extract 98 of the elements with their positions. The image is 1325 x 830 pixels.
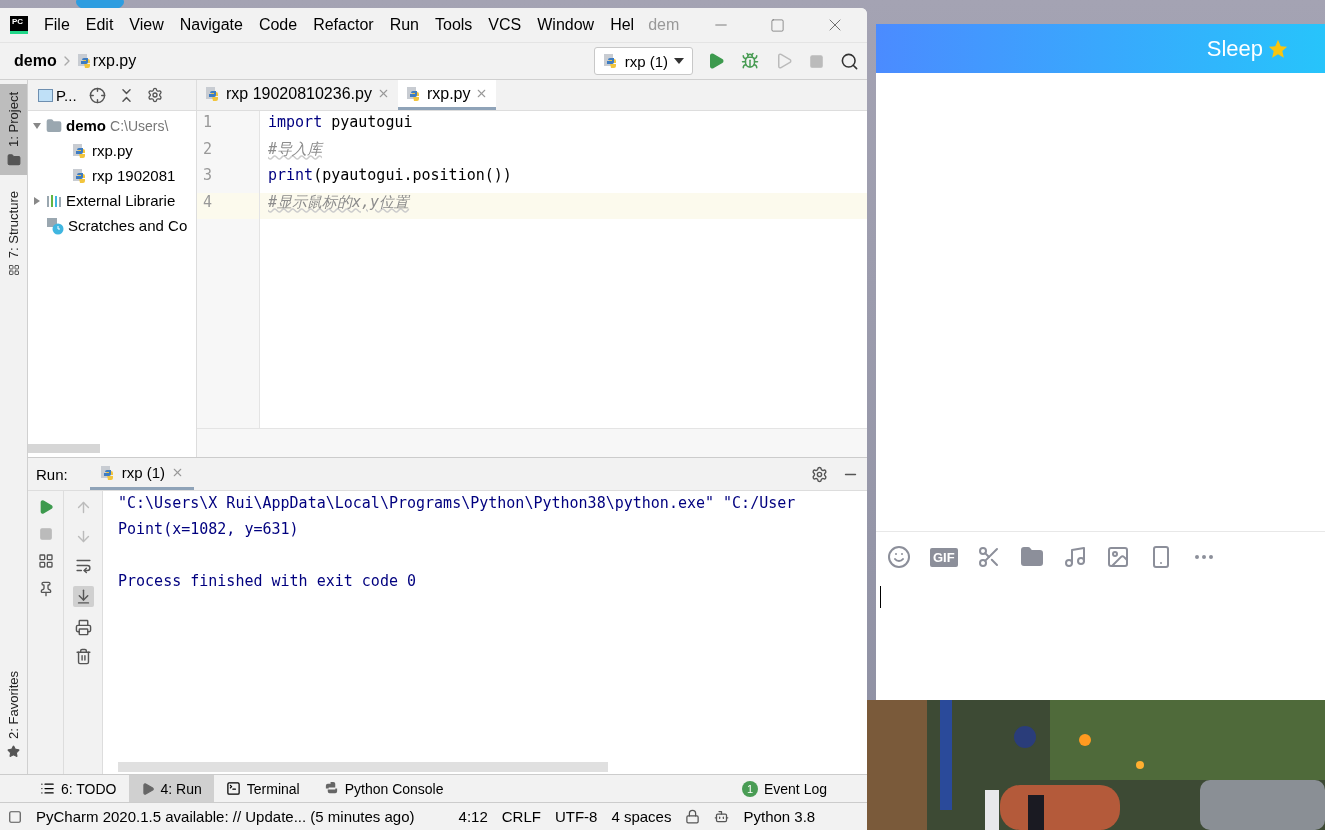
emoji-icon[interactable] (887, 545, 911, 569)
tool-window-tab[interactable]: 6: TODO (28, 775, 129, 802)
menu-item[interactable]: Navigate (179, 16, 243, 34)
menu-item[interactable]: Refactor (313, 16, 374, 34)
maximize-icon[interactable] (770, 17, 785, 33)
code-line: print(pyautogui.position()) (267, 166, 513, 186)
image-icon[interactable] (1105, 545, 1130, 569)
scratches-icon (46, 216, 64, 235)
horizontal-scrollbar[interactable] (197, 428, 867, 457)
coverage-icon[interactable] (775, 52, 793, 70)
menu-item[interactable]: Hel (610, 16, 635, 34)
interpreter[interactable]: Python 3.8 (743, 808, 816, 825)
scissors-icon[interactable] (976, 545, 1001, 569)
project-view-dropdown[interactable]: P... (38, 86, 77, 104)
settings-icon[interactable] (811, 465, 828, 483)
python-file-icon (602, 53, 619, 69)
line-number: 4 (197, 192, 259, 219)
print-icon[interactable] (74, 619, 92, 636)
side-tab[interactable]: 7: Structure (0, 182, 27, 285)
count-badge: 1 (741, 780, 758, 797)
editor-tab[interactable]: rxp.py (397, 80, 497, 110)
event-log-button[interactable]: 1 Event Log (741, 780, 827, 797)
folder-path: C:\Users\ (110, 117, 169, 134)
music-icon[interactable] (1062, 545, 1087, 569)
python-file-icon (72, 167, 88, 184)
folder-icon (46, 117, 62, 134)
file-encoding[interactable]: UTF-8 (554, 808, 598, 825)
app-logo: PC (10, 16, 28, 34)
locate-icon[interactable] (88, 86, 106, 104)
stop-icon[interactable] (38, 527, 53, 541)
search-icon[interactable] (840, 51, 859, 71)
python-icon (323, 781, 339, 796)
menu-item[interactable]: File (44, 16, 70, 34)
libraries-icon (46, 192, 62, 209)
menu-item[interactable]: VCS (488, 16, 522, 34)
python-file-icon (405, 85, 422, 102)
menu-item[interactable]: Run (389, 16, 419, 34)
line-number: 2 (202, 139, 214, 160)
python-file-icon (99, 464, 116, 481)
line-number: 3 (202, 166, 214, 186)
tree-item-label[interactable]: Scratches and Co (68, 217, 188, 234)
breadcrumb[interactable]: rxp.py (92, 52, 137, 70)
list-icon (40, 781, 55, 796)
panel-toggle-icon[interactable] (8, 809, 22, 824)
editor-tab[interactable]: rxp 19020810236.py (197, 80, 398, 110)
tree-item-label[interactable]: demo (66, 117, 106, 134)
layout-icon[interactable] (37, 553, 54, 569)
play-icon (140, 781, 155, 796)
code-line: import pyautogui (267, 113, 414, 133)
menu-item[interactable]: Window (537, 16, 595, 34)
tree-item-label[interactable]: rxp.py (92, 142, 133, 159)
structure-icon (7, 264, 20, 277)
menu-item[interactable]: Edit (85, 16, 114, 34)
side-tab[interactable]: 2: Favorites (0, 663, 27, 766)
caret-icon (674, 58, 684, 64)
python-file-icon (72, 142, 88, 159)
terminal-icon (225, 781, 241, 796)
caret-position[interactable]: 4:12 (458, 808, 488, 825)
menu-item[interactable]: View (129, 16, 164, 34)
folder-icon (6, 152, 21, 167)
star-icon (7, 745, 20, 758)
console-line: Point(x=1082, y=631) (118, 520, 300, 540)
python-file-icon (205, 85, 221, 102)
stop-icon[interactable] (809, 53, 824, 69)
expanded-triangle-icon[interactable] (32, 120, 42, 131)
console-line: "C:\Users\X Rui\AppData\Local\Programs\Python\Python38\python.exe" "C:/User (118, 494, 797, 514)
trash-icon[interactable] (74, 648, 92, 665)
panel-label: Run: (36, 465, 68, 483)
folder-icon[interactable] (1019, 545, 1044, 569)
run-config-dropdown[interactable]: rxp (1) (593, 47, 693, 75)
lock-icon[interactable] (685, 809, 701, 824)
line-number: 1 (202, 113, 214, 133)
run-icon[interactable] (707, 52, 725, 70)
inspector-icon[interactable] (714, 809, 730, 824)
menu-item[interactable]: Code (258, 16, 298, 34)
tool-window-tab[interactable]: 4: Run (128, 775, 214, 802)
tool-window-tab[interactable]: Python Console (311, 775, 456, 802)
status-message[interactable]: PyCharm 2020.1.5 available: // Update... (5 minutes ago) (36, 808, 415, 825)
chat-title: Sleep (1206, 35, 1263, 62)
side-tab[interactable]: 1: Project (0, 84, 27, 175)
python-file-icon (76, 53, 93, 69)
settings-icon[interactable] (146, 87, 163, 103)
indent-setting[interactable]: 4 spaces (611, 808, 672, 825)
tree-item-label[interactable]: rxp 1902081 (92, 167, 176, 184)
wrap-icon[interactable] (74, 557, 92, 574)
scrollbar[interactable] (118, 762, 608, 772)
project-view-icon (38, 88, 53, 102)
tool-window-tab[interactable]: Terminal (213, 775, 312, 802)
console-line: Process finished with exit code 0 (118, 572, 417, 592)
breadcrumb[interactable]: demo (14, 52, 57, 70)
line-ending[interactable]: CRLF (501, 808, 541, 825)
code-line: #导入库 (267, 139, 325, 160)
collapsed-triangle-icon[interactable] (32, 195, 42, 206)
tree-item-label[interactable]: External Librarie (66, 192, 176, 209)
scrollbar[interactable] (28, 444, 100, 453)
debug-icon[interactable] (741, 52, 759, 70)
menu-item[interactable]: Tools (435, 16, 473, 34)
window-title: dem (648, 16, 680, 34)
